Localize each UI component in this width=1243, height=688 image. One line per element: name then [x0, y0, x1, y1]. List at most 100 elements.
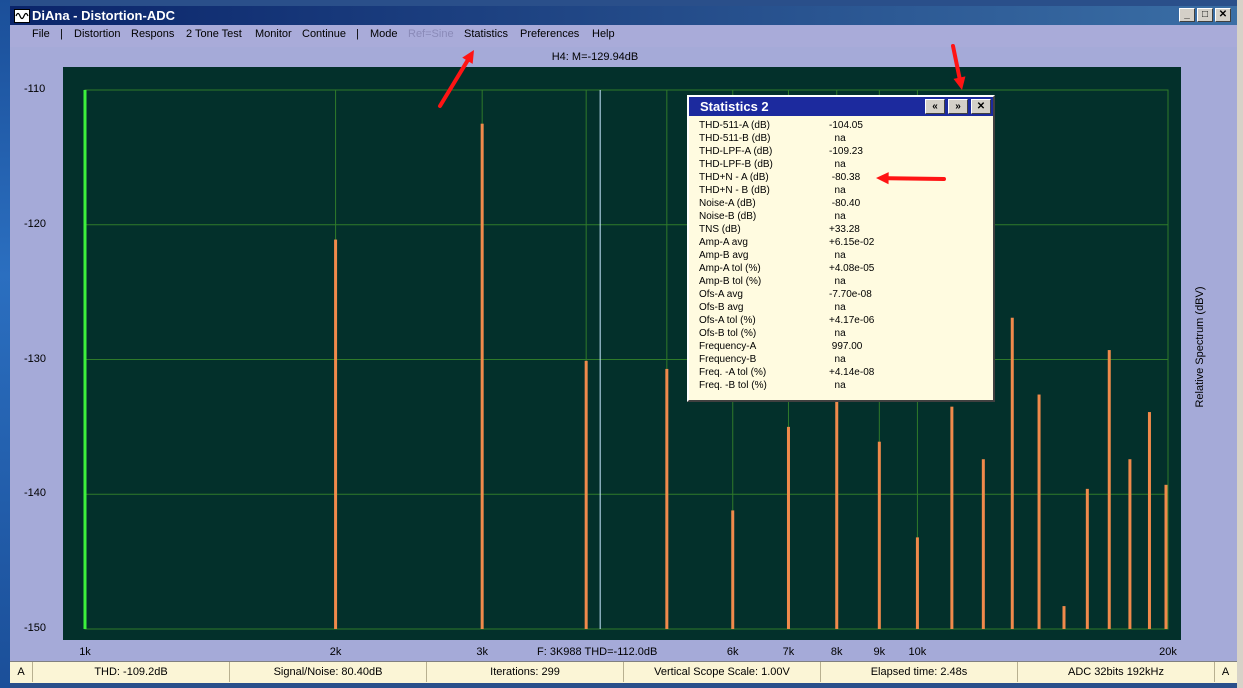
menu-item-file[interactable]: File — [32, 28, 50, 40]
statistics-value: na — [829, 380, 846, 391]
x-tick-label: 2k — [329, 646, 342, 658]
y-tick-label: -150 — [24, 622, 47, 634]
statistics-key: Freq. -B tol (%) — [699, 380, 767, 391]
status-bar: A THD: -109.2dB Signal/Noise: 80.40dB It… — [10, 661, 1237, 683]
desktop-background-left — [0, 0, 10, 688]
statistics-key: Amp-A tol (%) — [699, 263, 761, 274]
status-adc-info: ADC 32bits 192kHz — [1018, 662, 1215, 682]
statistics-value: +4.08e-05 — [829, 263, 875, 274]
statistics-close-button[interactable]: ✕ — [971, 99, 991, 114]
harmonic-bar — [1164, 484, 1168, 629]
harmonic-bar — [1062, 606, 1066, 629]
status-thd: THD: -109.2dB — [33, 662, 230, 682]
menu-item-statistics[interactable]: Statistics — [464, 28, 508, 40]
harmonic-bar — [1085, 488, 1089, 629]
statistics-key: Amp-A avg — [699, 237, 748, 248]
menu-item-continue[interactable]: Continue — [302, 28, 346, 40]
statistics-key: Ofs-A tol (%) — [699, 315, 756, 326]
statistics-value: na — [829, 328, 846, 339]
statistics-next-button[interactable]: » — [948, 99, 968, 114]
statistics-key: Ofs-B tol (%) — [699, 328, 757, 339]
menu-separator: | — [356, 28, 359, 40]
harmonic-bar — [480, 123, 484, 629]
minimize-button[interactable]: _ — [1179, 8, 1195, 22]
x-tick-label: 10k — [908, 646, 927, 658]
maximize-button[interactable]: □ — [1197, 8, 1213, 22]
menu-item-monitor[interactable]: Monitor — [255, 28, 292, 40]
desktop-background-right — [1237, 0, 1243, 688]
statistics-key: THD+N - A (dB) — [699, 172, 769, 183]
menu-item-ref-sine: Ref=Sine — [408, 28, 454, 40]
harmonic-bar — [877, 441, 881, 629]
statistics-value: na — [829, 159, 846, 170]
menu-bar: File | Distortion Respons 2 Tone Test Monitor… — [10, 25, 1237, 47]
statistics-title-bar[interactable]: Statistics 2 « » ✕ — [689, 97, 993, 116]
statistics-prev-button[interactable]: « — [925, 99, 945, 114]
status-iterations: Iterations: 299 — [427, 662, 624, 682]
statistics-value: na — [829, 276, 846, 287]
statistics-key: Ofs-A avg — [699, 289, 743, 300]
x-tick-label: 9k — [873, 646, 886, 658]
statistics-value: -7.70e-08 — [829, 289, 872, 300]
statistics-value: +4.14e-08 — [829, 367, 875, 378]
harmonic-bar — [981, 459, 985, 629]
statistics-title: Statistics 2 — [700, 99, 769, 114]
statistics-value: na — [829, 250, 846, 261]
statistics-dialog: Statistics 2 « » ✕ THD-511-A (dB) -104.05… — [687, 95, 995, 402]
statistics-key: Amp-B avg — [699, 250, 749, 261]
harmonic-bar — [915, 537, 919, 629]
statistics-value: -80.38 — [829, 172, 861, 183]
statistics-value: na — [829, 133, 846, 144]
harmonic-bar — [835, 379, 839, 629]
statistics-key: Amp-B tol (%) — [699, 276, 762, 287]
statistics-value: 997.00 — [829, 341, 863, 352]
menu-item-2-tone-test[interactable]: 2 Tone Test — [186, 28, 242, 40]
title-bar[interactable]: DiAna - Distortion-ADC _ □ ✕ — [10, 6, 1237, 25]
spectrum-plot[interactable] — [63, 67, 1181, 640]
x-tick-label: 8k — [830, 646, 843, 658]
statistics-key: Freq. -A tol (%) — [699, 367, 767, 378]
statistics-key: Noise-B (dB) — [699, 211, 757, 222]
y-tick-label: -140 — [24, 487, 47, 500]
x-tick-label: 1k — [79, 646, 91, 658]
y-tick-label: -130 — [24, 352, 47, 365]
statistics-value: -109.23 — [829, 146, 863, 157]
menu-item-respons[interactable]: Respons — [131, 28, 174, 40]
statistics-value: +4.17e-06 — [829, 315, 875, 326]
status-scope-scale: Vertical Scope Scale: 1.00V — [624, 662, 821, 682]
statistics-key: Ofs-B avg — [699, 302, 744, 313]
window-title: DiAna - Distortion-ADC — [32, 8, 175, 23]
menu-item-preferences[interactable]: Preferences — [520, 28, 579, 40]
harmonic-bar — [1128, 459, 1132, 629]
status-left-mark: A — [10, 662, 33, 682]
y-tick-label: -110 — [24, 83, 46, 95]
menu-item-help[interactable]: Help — [592, 28, 615, 40]
statistics-key: THD+N - B (dB) — [699, 185, 770, 196]
statistics-value: +6.15e-02 — [829, 237, 875, 248]
close-button[interactable]: ✕ — [1215, 8, 1231, 22]
statistics-value: +33.28 — [829, 224, 860, 235]
harmonic-bar — [731, 510, 735, 629]
x-tick-label: 7k — [782, 646, 795, 658]
menu-separator: | — [60, 28, 63, 40]
x-tick-label: 3k — [476, 646, 488, 658]
menu-item-mode[interactable]: Mode — [370, 28, 398, 40]
plot-area: H4: M=-129.94dB F: 3K988 THD=-112.0dB Re… — [10, 47, 1237, 661]
statistics-value: na — [829, 302, 846, 313]
statistics-key: THD-LPF-A (dB) — [699, 146, 773, 157]
y-tick-label: -120 — [24, 217, 47, 230]
statistics-value: na — [829, 185, 846, 196]
statistics-key: THD-511-A (dB) — [699, 120, 770, 131]
spectrum-chart — [83, 89, 1169, 630]
harmonic-bar — [1107, 350, 1111, 629]
harmonic-bar — [665, 368, 669, 629]
statistics-key: Frequency-B — [699, 354, 757, 365]
menu-item-distortion[interactable]: Distortion — [74, 28, 120, 40]
x-tick-label: 6k — [726, 646, 739, 658]
statistics-key: THD-511-B (dB) — [699, 133, 771, 144]
statistics-key: THD-LPF-B (dB) — [699, 159, 773, 170]
statistics-value: na — [829, 211, 846, 222]
harmonic-bar — [1147, 412, 1151, 629]
status-signal-noise: Signal/Noise: 80.40dB — [230, 662, 427, 682]
marker-readout: H4: M=-129.94dB — [551, 51, 639, 63]
